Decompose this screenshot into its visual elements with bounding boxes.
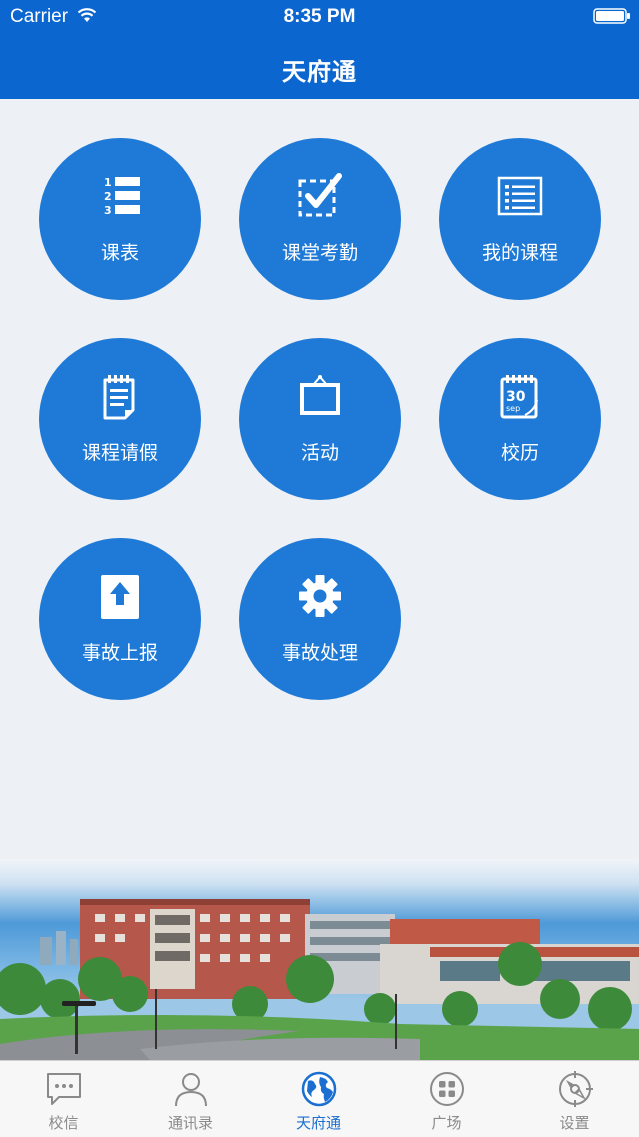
tile-label: 事故处理	[281, 642, 358, 664]
svg-text:1: 1	[104, 176, 112, 189]
tile-label: 事故上报	[81, 642, 158, 664]
tab-label: 广场	[431, 1114, 462, 1132]
tab-label: 校信	[48, 1114, 79, 1132]
tile-label: 校历	[500, 442, 539, 464]
tab-settings[interactable]: 设置	[511, 1061, 638, 1137]
tab-square[interactable]: 广场	[383, 1061, 510, 1137]
chat-bubble-icon	[47, 1073, 81, 1105]
tile-my-courses[interactable]: 我的课程	[439, 138, 601, 300]
svg-text:2: 2	[104, 190, 112, 203]
tab-bar: 校信 通讯录 天府通 广场 设置	[0, 1060, 639, 1137]
top-bar: Carrier 8:35 PM 天府通	[0, 0, 639, 99]
tab-label: 通讯录	[167, 1114, 213, 1132]
function-grid: 1 2 3 课表 课堂考勤 我的课程 课程请假 活动 30 sep 校历 事故上…	[0, 99, 639, 859]
tab-contacts[interactable]: 通讯录	[127, 1061, 254, 1137]
tile-incident-handling[interactable]: 事故处理	[239, 538, 401, 700]
compass-icon	[559, 1071, 593, 1107]
calendar-icon: 30 sep	[500, 375, 538, 419]
tile-label: 活动	[300, 442, 339, 464]
upload-report-icon	[101, 575, 139, 619]
attendance-check-icon	[298, 173, 342, 217]
course-list-icon	[497, 176, 543, 216]
battery-icon	[593, 8, 630, 24]
clock: 8:35 PM	[283, 6, 356, 27]
tile-label: 课程请假	[81, 442, 158, 464]
page-title: 天府通	[282, 59, 357, 86]
globe-icon	[301, 1071, 337, 1107]
tile-timetable[interactable]: 1 2 3 课表	[39, 138, 201, 300]
svg-text:sep: sep	[506, 404, 520, 413]
gear-icon	[299, 575, 341, 617]
svg-text:3: 3	[104, 204, 112, 217]
tile-course-leave[interactable]: 课程请假	[39, 338, 201, 500]
status-bar: Carrier 8:35 PM	[0, 0, 639, 34]
notepad-icon	[103, 375, 135, 420]
svg-text:30: 30	[506, 389, 526, 405]
tile-incident-report[interactable]: 事故上报	[39, 538, 201, 700]
numbered-list-icon: 1 2 3	[104, 176, 140, 217]
campus-banner-image	[0, 859, 639, 1060]
tile-school-calendar[interactable]: 30 sep 校历	[439, 338, 601, 500]
tile-label: 课堂考勤	[281, 242, 358, 264]
tab-label: 设置	[559, 1114, 590, 1132]
grid-circle-icon	[430, 1072, 464, 1106]
tab-messages[interactable]: 校信	[0, 1061, 127, 1137]
tile-label: 课表	[100, 242, 139, 264]
tile-label: 我的课程	[481, 242, 558, 264]
person-icon	[175, 1073, 207, 1107]
tile-attendance[interactable]: 课堂考勤	[239, 138, 401, 300]
tile-activities[interactable]: 活动	[239, 338, 401, 500]
easel-board-icon	[300, 375, 340, 415]
tab-tianfutong[interactable]: 天府通	[255, 1061, 382, 1137]
tab-label: 天府通	[295, 1114, 341, 1132]
